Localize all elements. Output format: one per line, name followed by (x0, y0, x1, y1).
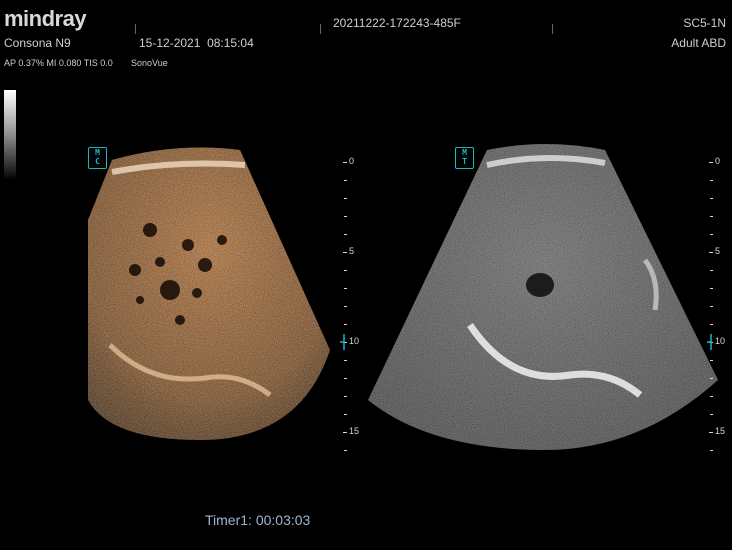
right-depth-scale (709, 162, 713, 451)
left-depth-label: 0 (349, 156, 355, 166)
badge-letter: T (462, 157, 467, 166)
right-focus-marker[interactable] (707, 334, 712, 350)
left-depth-label: 15 (349, 426, 360, 436)
left-depth-scale (343, 162, 347, 451)
contrast-timer: Timer1: 00:03:03 (205, 512, 311, 528)
right-depth-label: 5 (715, 246, 721, 256)
badge-letter: M (462, 148, 467, 157)
badge-letter: C (95, 157, 100, 166)
bmode-image (368, 144, 718, 450)
left-focus-marker[interactable] (340, 334, 345, 350)
right-depth-label: 0 (715, 156, 721, 166)
left-depth-label: 5 (349, 246, 355, 256)
contrast-image (88, 147, 330, 441)
left-depth-label: 10 (349, 336, 360, 346)
tissue-mode-badge: M T (455, 147, 474, 169)
badge-letter: M (95, 148, 100, 157)
right-depth-label: 15 (715, 426, 726, 436)
contrast-mode-badge: M C (88, 147, 107, 169)
right-depth-label: 10 (715, 336, 726, 346)
ultrasound-images (88, 144, 718, 451)
